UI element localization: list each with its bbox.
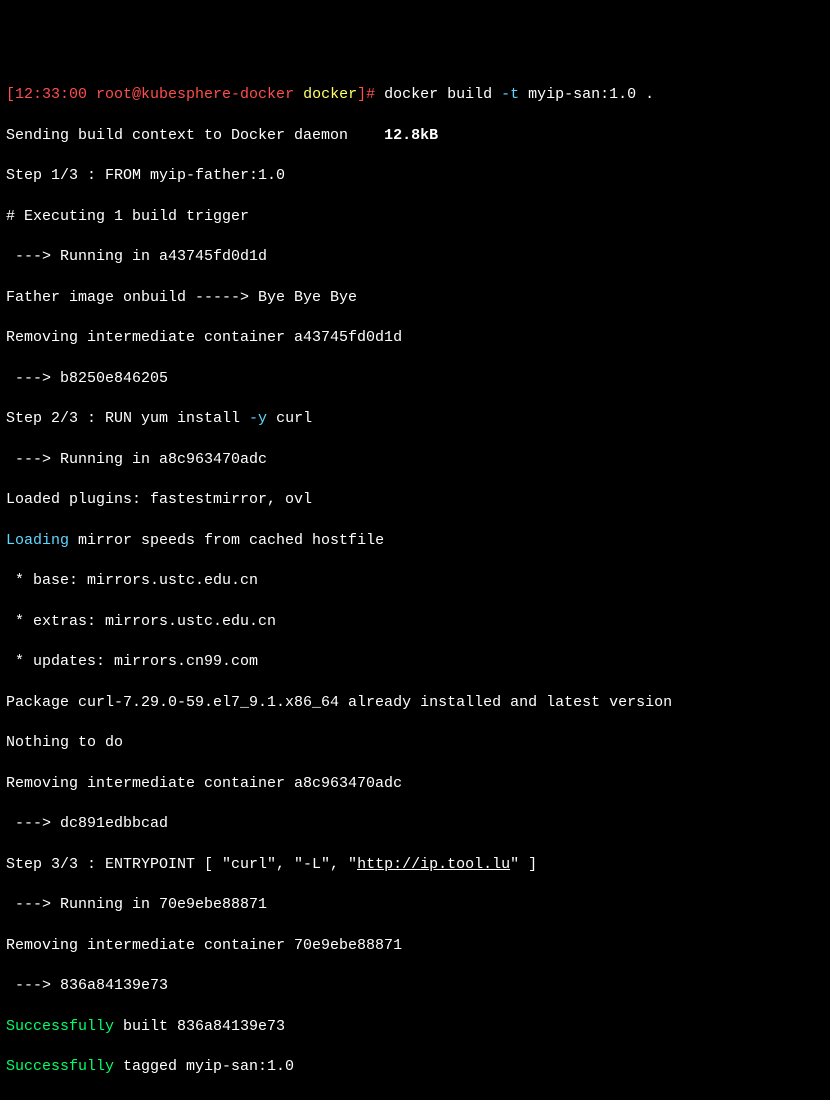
- text: mirror speeds from cached hostfile: [69, 532, 384, 549]
- loading-text: Loading: [6, 532, 69, 549]
- output-line: Step 1/3 : FROM myip-father:1.0: [6, 166, 824, 186]
- output-line: Removing intermediate container a8c96347…: [6, 774, 824, 794]
- output-line: ---> b8250e846205: [6, 369, 824, 389]
- output-line: ---> 836a84139e73: [6, 976, 824, 996]
- text: " ]: [510, 856, 537, 873]
- output-line: * extras: mirrors.ustc.edu.cn: [6, 612, 824, 632]
- text: Sending build context to Docker daemon: [6, 127, 384, 144]
- output-line: Step 2/3 : RUN yum install -y curl: [6, 409, 824, 429]
- output-line: Successfully tagged myip-san:1.0: [6, 1057, 824, 1077]
- text: built 836a84139e73: [114, 1018, 285, 1035]
- prompt-line: [12:33:00 root@kubesphere-docker docker]…: [6, 85, 824, 105]
- output-line: Loaded plugins: fastestmirror, ovl: [6, 490, 824, 510]
- output-line: ---> Running in a43745fd0d1d: [6, 247, 824, 267]
- prompt-lbracket: [: [6, 86, 15, 103]
- size-text: 12.8kB: [384, 127, 438, 144]
- output-line: Loading mirror speeds from cached hostfi…: [6, 531, 824, 551]
- text: tagged myip-san:1.0: [114, 1058, 294, 1075]
- output-line: Package curl-7.29.0-59.el7_9.1.x86_64 al…: [6, 693, 824, 713]
- output-line: ---> Running in a8c963470adc: [6, 450, 824, 470]
- text: curl: [267, 410, 312, 427]
- output-line: Nothing to do: [6, 733, 824, 753]
- output-line: # Executing 1 build trigger: [6, 207, 824, 227]
- success-text: Successfully: [6, 1058, 114, 1075]
- success-text: Successfully: [6, 1018, 114, 1035]
- output-line: Step 3/3 : ENTRYPOINT [ "curl", "-L", "h…: [6, 855, 824, 875]
- url-text: http://ip.tool.lu: [357, 856, 510, 873]
- command-prefix: docker build: [384, 86, 501, 103]
- output-line: Removing intermediate container a43745fd…: [6, 328, 824, 348]
- prompt-cwd: docker: [303, 86, 357, 103]
- prompt-userhost: root@kubesphere-docker: [87, 86, 303, 103]
- output-line: Father image onbuild -----> Bye Bye Bye: [6, 288, 824, 308]
- output-line: * base: mirrors.ustc.edu.cn: [6, 571, 824, 591]
- text: Step 3/3 : ENTRYPOINT [ "curl", "-L", ": [6, 856, 357, 873]
- prompt-rbracket: ]#: [357, 86, 384, 103]
- output-line: ---> Running in 70e9ebe88871: [6, 895, 824, 915]
- output-line: ---> dc891edbbcad: [6, 814, 824, 834]
- command-rest: myip-san:1.0 .: [519, 86, 654, 103]
- flag-text: -y: [249, 410, 267, 427]
- command-flag: -t: [501, 86, 519, 103]
- output-line: Sending build context to Docker daemon 1…: [6, 126, 824, 146]
- output-line: * updates: mirrors.cn99.com: [6, 652, 824, 672]
- prompt-time: 12:33:00: [15, 86, 87, 103]
- text: Step 2/3 : RUN yum install: [6, 410, 249, 427]
- output-line: Successfully built 836a84139e73: [6, 1017, 824, 1037]
- output-line: Removing intermediate container 70e9ebe8…: [6, 936, 824, 956]
